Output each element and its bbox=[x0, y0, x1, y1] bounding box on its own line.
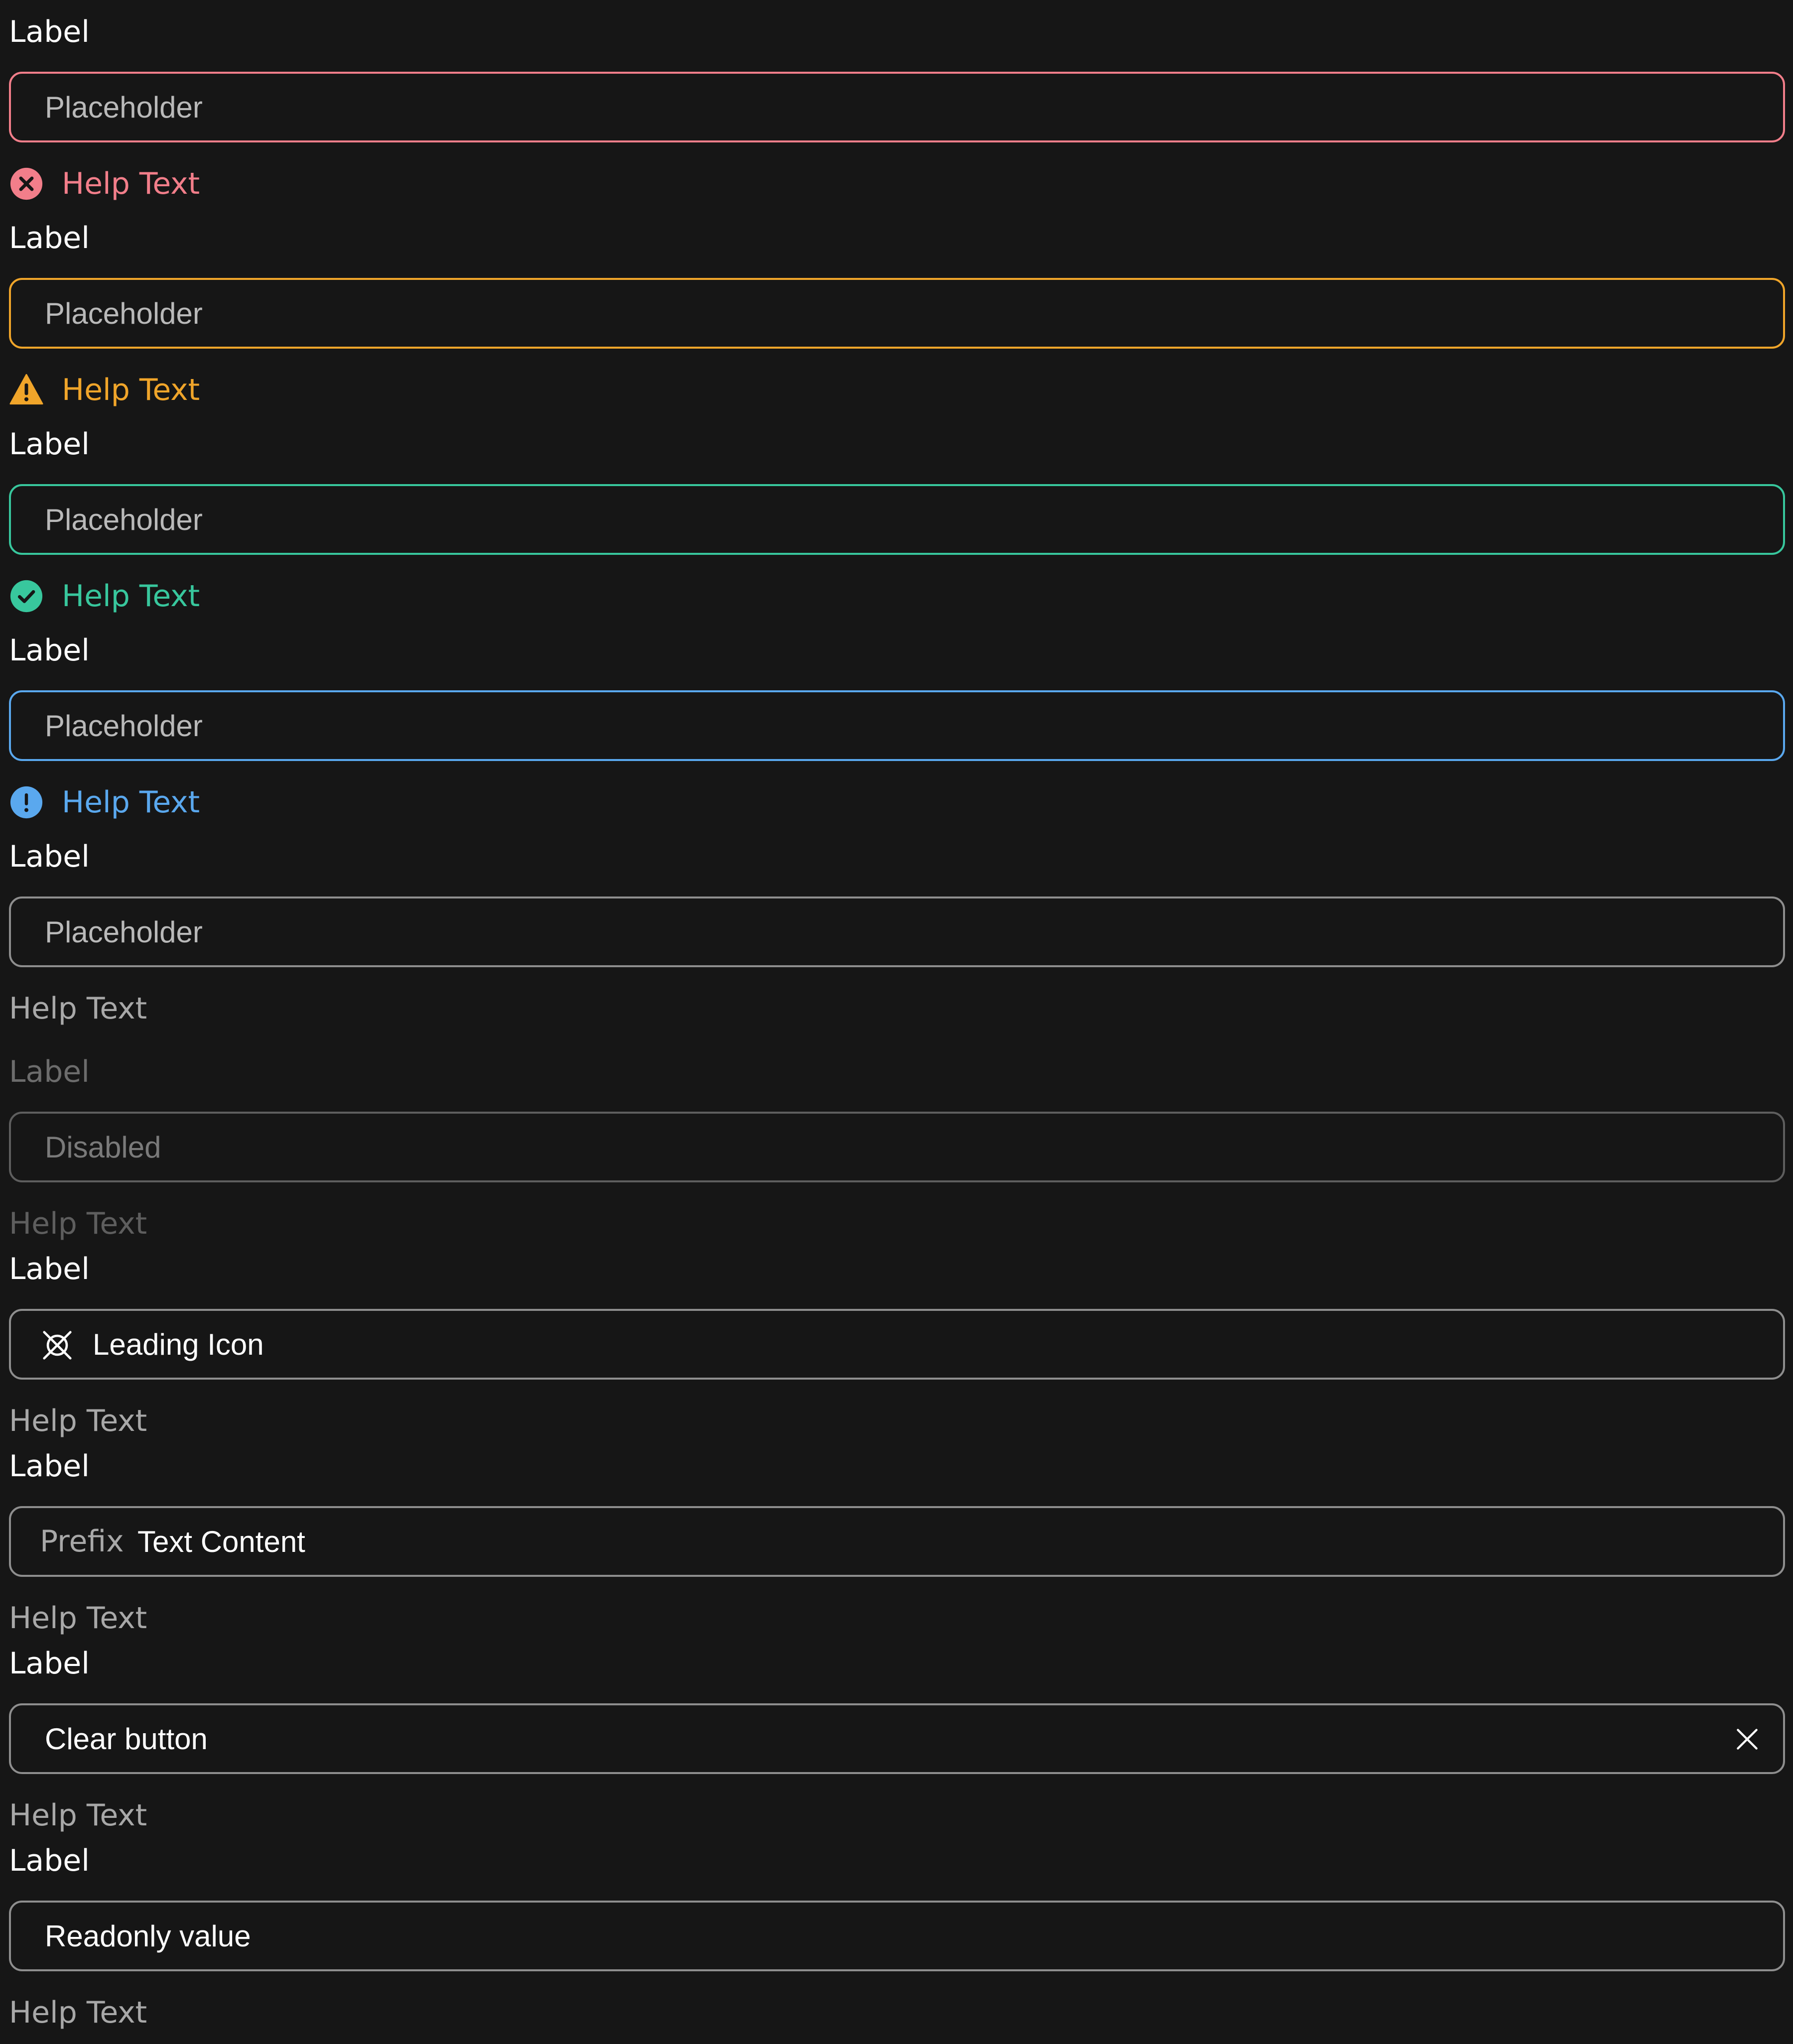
readonly-text-field[interactable]: Readonly value bbox=[9, 1901, 1785, 1971]
warning-text-field[interactable]: Placeholder bbox=[9, 278, 1785, 349]
success-text-field[interactable]: Placeholder bbox=[9, 484, 1785, 555]
warning-triangle-icon bbox=[9, 373, 44, 407]
help-text: Help Text bbox=[62, 166, 200, 201]
field-label: Label bbox=[9, 1054, 90, 1089]
field-placeholder: Placeholder bbox=[45, 503, 203, 536]
help-text: Help Text bbox=[9, 991, 147, 1026]
help-text: Help Text bbox=[62, 579, 200, 614]
prefix-text-field[interactable]: Prefix Text Content bbox=[9, 1506, 1785, 1577]
help-text: Help Text bbox=[9, 1601, 147, 1636]
field-label: Label bbox=[9, 427, 90, 462]
field-placeholder: Disabled bbox=[45, 1130, 161, 1164]
field-placeholder: Placeholder bbox=[45, 709, 203, 743]
field-placeholder: Placeholder bbox=[45, 296, 203, 330]
field-value: Clear button bbox=[45, 1722, 208, 1756]
disabled-text-field: Disabled bbox=[9, 1112, 1785, 1182]
clearable-text-field[interactable]: Clear button bbox=[9, 1703, 1785, 1774]
error-circle-icon bbox=[9, 166, 44, 201]
field-label: Label bbox=[9, 633, 90, 668]
field-label: Label bbox=[9, 1646, 90, 1681]
field-label: Label bbox=[9, 221, 90, 256]
help-text: Help Text bbox=[9, 1404, 147, 1438]
help-text: Help Text bbox=[62, 785, 200, 820]
help-text: Help Text bbox=[9, 1995, 147, 2030]
field-value: Text Content bbox=[137, 1525, 305, 1558]
field-value: Leading Icon bbox=[93, 1327, 264, 1361]
success-help-text: Help Text bbox=[9, 577, 200, 615]
placeholder-cross-icon bbox=[40, 1328, 75, 1363]
check-circle-icon bbox=[9, 579, 44, 614]
field-label: Label bbox=[9, 1252, 90, 1286]
help-text: Help Text bbox=[62, 373, 200, 407]
info-circle-icon bbox=[9, 785, 44, 820]
info-text-field[interactable]: Placeholder bbox=[9, 690, 1785, 761]
close-icon[interactable] bbox=[1731, 1723, 1763, 1755]
field-label: Label bbox=[9, 1449, 90, 1484]
field-prefix: Prefix bbox=[40, 1524, 124, 1559]
info-help-text: Help Text bbox=[9, 783, 200, 821]
leading-icon-text-field[interactable]: Leading Icon bbox=[9, 1309, 1785, 1380]
field-placeholder: Placeholder bbox=[45, 915, 203, 949]
help-text: Help Text bbox=[9, 1798, 147, 1833]
field-placeholder: Placeholder bbox=[45, 90, 203, 124]
field-label: Label bbox=[9, 1843, 90, 1878]
default-text-field[interactable]: Placeholder bbox=[9, 896, 1785, 967]
error-help-text: Help Text bbox=[9, 165, 200, 203]
field-label: Label bbox=[9, 839, 90, 874]
help-text: Help Text bbox=[9, 1206, 147, 1241]
field-value: Readonly value bbox=[45, 1919, 251, 1953]
error-text-field[interactable]: Placeholder bbox=[9, 72, 1785, 142]
warning-help-text: Help Text bbox=[9, 371, 200, 409]
field-label: Label bbox=[9, 14, 90, 49]
